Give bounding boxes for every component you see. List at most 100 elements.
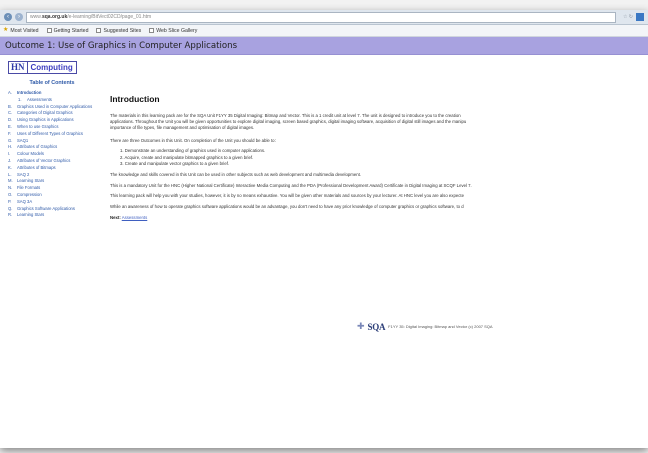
- outcome-item: 3. Create and manipulate vector graphics…: [120, 160, 230, 166]
- toc-item[interactable]: C. Categories of Digital Graphics: [8, 110, 96, 115]
- toc-item[interactable]: B. Graphics Used in Computer Applications: [8, 104, 96, 109]
- sqa-logo: SQA: [367, 321, 386, 332]
- bookmark-label: Suggested Sites: [103, 27, 142, 34]
- toc-item-label: File Formats: [17, 185, 41, 191]
- toc-item-label: Using Graphics in Applications: [17, 117, 74, 123]
- toc-item[interactable]: O. Compression: [8, 192, 96, 197]
- footer: ✚ SQA F1YY 35: Digital Imaging: Bitmap a…: [357, 321, 493, 332]
- toc-item-letter: I.: [8, 151, 11, 157]
- awareness-paragraph: While an awareness of how to operate gra…: [110, 204, 464, 210]
- toc-item-label: Learning Stars: [17, 212, 45, 218]
- toc-item-letter: N.: [8, 185, 13, 191]
- toc-item[interactable]: E. When to use Graphics: [8, 124, 96, 129]
- toc-item-letter: G.: [8, 137, 13, 143]
- page-icon: [149, 28, 155, 33]
- toc-item[interactable]: D. Using Graphics in Applications: [8, 117, 96, 122]
- bookmark-item[interactable]: Suggested Sites: [96, 28, 141, 34]
- toc-list: A. Introduction 1. Assessments B. Graphics Us…: [8, 90, 96, 217]
- toc-item-letter: D.: [8, 117, 13, 123]
- page-icon: [46, 28, 52, 33]
- back-icon[interactable]: ‹: [4, 13, 12, 21]
- toc-item-letter: F.: [8, 130, 12, 136]
- refresh-icon[interactable]: ☆ ↻: [623, 14, 633, 20]
- toc-item-letter: H.: [8, 144, 13, 150]
- toc-item-letter: R.: [8, 212, 13, 218]
- toc-item-label: When to use Graphics: [17, 123, 59, 129]
- next-label: Next:: [110, 214, 121, 220]
- toc-item-letter: E.: [8, 123, 12, 129]
- toc-item[interactable]: F. Uses of Different Types of Graphics: [8, 131, 96, 136]
- footer-text: F1YY 35: Digital Imaging: Bitmap and Vec…: [388, 324, 493, 329]
- toc-item-letter: C.: [8, 110, 13, 116]
- toc-item-label: Assessments: [27, 96, 52, 102]
- address-bar: ‹ › www. sqa.org.uk/e-learning/BitVect02C…: [0, 10, 648, 25]
- toc-item[interactable]: J. Attributes of Vector Graphics: [8, 158, 96, 163]
- toc-item-letter: M.: [8, 178, 13, 184]
- search-engine-icon[interactable]: [636, 13, 644, 21]
- next-navigation: Next: Assessments: [110, 215, 648, 221]
- toc-item-label: Compression: [17, 191, 42, 197]
- url-path: /e-learning/BitVect02CD/page_01.htm: [67, 14, 152, 20]
- page-title: Outcome 1: Use of Graphics in Computer A…: [5, 40, 238, 51]
- hn-computing-logo: HN Computing: [8, 61, 77, 74]
- forward-icon[interactable]: ›: [15, 13, 23, 21]
- bookmark-item[interactable]: Web Slice Gallery: [149, 28, 197, 34]
- toc-item-letter: O.: [8, 191, 13, 197]
- star-icon: ★: [3, 27, 9, 33]
- toc-item-label: Attributes of Graphics: [17, 144, 58, 150]
- toc-item-label: Uses of Different Types of Graphics: [17, 130, 83, 136]
- toc-item-label: Attributes of Vector Graphics: [17, 157, 71, 163]
- bookmark-label: Web Slice Gallery: [156, 27, 198, 34]
- toc-item-label: Graphics Used in Computer Applications: [17, 103, 93, 109]
- url-field[interactable]: www. sqa.org.uk/e-learning/BitVect02CD/pa…: [26, 11, 616, 23]
- toc-item[interactable]: K. Attributes of Bitmaps: [8, 165, 96, 170]
- sqa-mark-icon: ✚: [357, 321, 365, 331]
- toc-item[interactable]: I. Colour Models: [8, 151, 96, 156]
- toc-item-label: Attributes of Bitmaps: [17, 164, 56, 170]
- bookmark-item[interactable]: ★ Most Visited: [3, 27, 39, 34]
- outcomes-list: 1. Demonstrate an understanding of graph…: [110, 148, 648, 167]
- toc-item[interactable]: H. Attributes of Graphics: [8, 144, 96, 149]
- toc-title: Table of Contents: [29, 80, 75, 86]
- bookmark-item[interactable]: Getting Started: [46, 27, 89, 34]
- help-paragraph: This learning pack will help you with yo…: [110, 193, 464, 199]
- toc-item-letter: L.: [8, 171, 12, 177]
- page-icon: [96, 28, 102, 33]
- toc-item-letter: B.: [8, 103, 12, 109]
- bookmark-label: Getting Started: [53, 27, 89, 34]
- toc-item-label: Learning Stars: [17, 178, 45, 184]
- toc-item[interactable]: L. SAQ 2: [8, 172, 96, 177]
- toc-item-letter: Q.: [8, 205, 13, 211]
- intro-paragraph-line: importance of file types, file managemen…: [110, 125, 255, 131]
- table-of-contents: Table of Contents A. Introduction 1. Assess…: [8, 80, 96, 219]
- toc-item[interactable]: M. Learning Stars: [8, 178, 96, 183]
- url-prefix: www.: [30, 14, 42, 20]
- logo-text: Computing: [27, 61, 77, 74]
- browser-window: ‹ › www. sqa.org.uk/e-learning/BitVect02C…: [0, 10, 648, 448]
- bookmark-label: Most Visited: [10, 27, 39, 34]
- mandatory-paragraph: This is a mandatory Unit for the HNC (Hi…: [110, 182, 472, 188]
- knowledge-paragraph: The knowledge and skills covered in this…: [110, 171, 362, 177]
- outcome-banner: Outcome 1: Use of Graphics in Computer A…: [0, 37, 648, 55]
- logo-hn: HN: [8, 61, 28, 74]
- section-heading: Introduction: [110, 94, 160, 104]
- toc-item-label: Graphics Software Applications: [17, 205, 75, 211]
- toc-item-label: Introduction: [17, 90, 42, 95]
- toc-item[interactable]: 1. Assessments: [8, 97, 96, 102]
- toc-item-letter: A.: [8, 90, 12, 95]
- toc-item[interactable]: P. SAQ 3A: [8, 199, 96, 204]
- toc-item-letter: K.: [8, 164, 12, 170]
- main-content: Introduction The materials in this learn…: [110, 94, 648, 221]
- bookmarks-bar: ★ Most Visited Getting Started Suggested Si…: [0, 25, 648, 37]
- toc-item[interactable]: R. Learning Stars: [8, 212, 96, 217]
- toc-item[interactable]: Q. Graphics Software Applications: [8, 206, 96, 211]
- next-link-assessments[interactable]: Assessments: [122, 215, 148, 220]
- toc-item-label: Colour Models: [17, 151, 44, 157]
- toc-item-label: SAQ 2: [17, 171, 30, 177]
- toc-item-label: SAQ1: [17, 137, 29, 143]
- toc-item[interactable]: N. File Formats: [8, 185, 96, 190]
- toc-item-letter: P.: [8, 198, 12, 204]
- toc-item[interactable]: A. Introduction: [8, 90, 96, 95]
- toc-item[interactable]: G. SAQ1: [8, 138, 96, 143]
- toc-item-label: Categories of Digital Graphics: [17, 110, 73, 116]
